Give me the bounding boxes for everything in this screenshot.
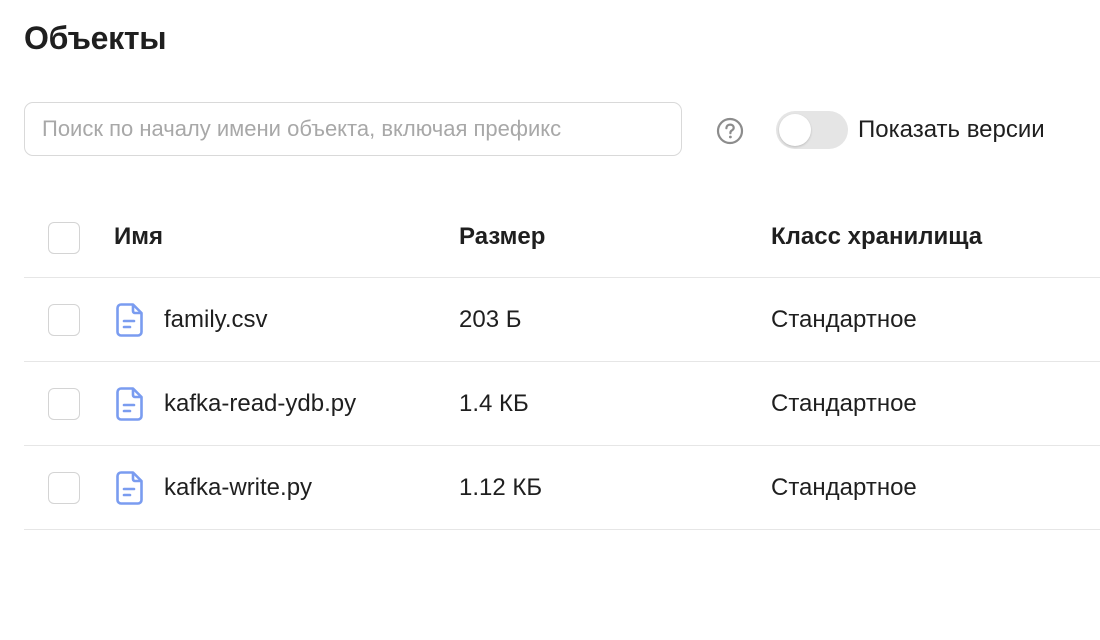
file-icon [116,470,143,505]
table-header-row: Имя Размер Класс хранилища [24,196,1100,278]
table-row[interactable]: family.csv 203 Б Стандартное [24,278,1100,362]
table-row[interactable]: kafka-write.py 1.12 КБ Стандартное [24,446,1100,530]
name-cell: kafka-write.py [114,446,312,529]
row-checkbox[interactable] [48,472,80,504]
toggle-knob [779,114,811,146]
file-icon [116,386,143,421]
storage-class-cell: Стандартное [771,473,917,501]
file-name-link[interactable]: kafka-write.py [164,474,312,502]
question-circle-icon[interactable] [716,117,744,145]
size-cell: 203 Б [459,305,522,333]
size-cell: 1.4 КБ [459,389,529,417]
file-name-link[interactable]: family.csv [164,306,268,334]
name-cell: kafka-read-ydb.py [114,362,356,445]
file-name-link[interactable]: kafka-read-ydb.py [164,390,356,418]
row-checkbox[interactable] [48,304,80,336]
versions-toggle[interactable] [776,111,848,149]
search-input[interactable] [25,103,681,155]
page-title: Объекты [24,20,167,56]
name-cell: family.csv [114,278,268,361]
storage-class-cell: Стандартное [771,389,917,417]
file-icon [116,302,143,337]
storage-class-cell: Стандартное [771,305,917,333]
row-checkbox[interactable] [48,388,80,420]
select-all-checkbox[interactable] [48,222,80,254]
column-header-size[interactable]: Размер [459,196,545,277]
search-field[interactable] [24,102,682,156]
size-cell: 1.12 КБ [459,473,543,501]
column-header-storage-class[interactable]: Класс хранилища [771,196,982,277]
column-header-name[interactable]: Имя [114,196,163,277]
objects-table: Имя Размер Класс хранилища family.csv 20… [24,196,1100,530]
table-row[interactable]: kafka-read-ydb.py 1.4 КБ Стандартное [24,362,1100,446]
versions-toggle-label[interactable]: Показать версии [858,116,1045,144]
